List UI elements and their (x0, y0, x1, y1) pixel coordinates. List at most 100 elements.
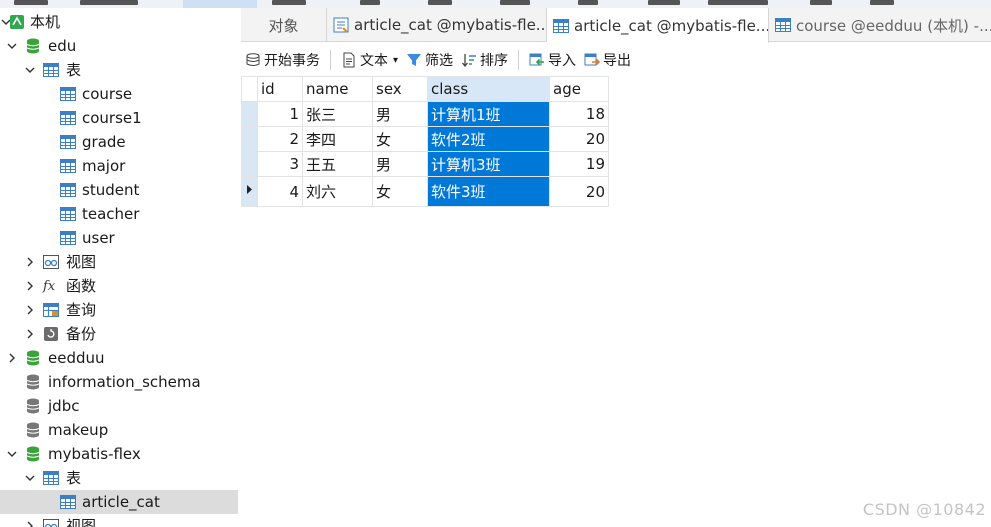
cell-class[interactable]: 软件2班 (427, 126, 550, 152)
row-marker[interactable] (241, 126, 258, 152)
tree-db-edu[interactable]: edu (0, 34, 238, 58)
table-icon (59, 85, 77, 103)
navigation-tree: 本机 edu 表 course course1 grade major stud… (0, 8, 238, 527)
cell-age[interactable]: 20 (549, 176, 609, 207)
cell-id[interactable]: 4 (257, 176, 303, 207)
tree-table-major[interactable]: major (0, 154, 238, 178)
cell-id[interactable]: 2 (257, 126, 303, 152)
dropdown-arrow-icon[interactable]: ▾ (393, 55, 398, 66)
grid-header-row: id name sex class age (241, 76, 609, 102)
cell-class[interactable]: 计算机1班 (427, 101, 550, 127)
tree-table-user[interactable]: user (0, 226, 238, 250)
tree-db-eedduu[interactable]: eedduu (0, 346, 238, 370)
tree-folder-views[interactable]: 视图 (0, 250, 238, 274)
row-marker-header (241, 76, 258, 102)
tree-db-makeup[interactable]: makeup (0, 418, 238, 442)
cell-age[interactable]: 18 (549, 101, 609, 127)
chevron-down-icon[interactable] (24, 472, 36, 484)
cell-name[interactable]: 王五 (302, 151, 373, 177)
tree-db-jdbc[interactable]: jdbc (0, 394, 238, 418)
tree-folder-views[interactable]: 视图 (0, 514, 238, 527)
data-grid: id name sex class age 1 张三 男 计算机1班 18 2 … (241, 76, 609, 207)
cell-name[interactable]: 张三 (302, 101, 373, 127)
table-label: article_cat (82, 493, 160, 511)
cell-age[interactable]: 19 (549, 151, 609, 177)
column-header-name[interactable]: name (302, 76, 373, 102)
cell-name[interactable]: 李四 (302, 126, 373, 152)
chevron-right-icon[interactable] (24, 280, 36, 292)
tree-folder-queries[interactable]: 查询 (0, 298, 238, 322)
current-row-arrow-icon (247, 185, 252, 194)
row-marker[interactable] (241, 176, 258, 207)
cell-id[interactable]: 1 (257, 101, 303, 127)
chevron-right-icon[interactable] (24, 328, 36, 340)
tree-folder-functions[interactable]: fx 函数 (0, 274, 238, 298)
button-label: 筛选 (425, 53, 454, 69)
sort-button[interactable]: 排序 (457, 47, 512, 73)
column-header-sex[interactable]: sex (372, 76, 428, 102)
filter-icon (407, 54, 422, 66)
tree-folder-tables[interactable]: 表 (0, 466, 238, 490)
cell-sex[interactable]: 女 (372, 126, 428, 152)
tree-table-course1[interactable]: course1 (0, 106, 238, 130)
tree-folder-backups[interactable]: 备份 (0, 322, 238, 346)
tree-table-student[interactable]: student (0, 178, 238, 202)
folder-label: 查询 (66, 301, 97, 319)
table-label: user (82, 229, 115, 247)
column-header-class[interactable]: class (427, 76, 550, 102)
filter-button[interactable]: 筛选 (402, 47, 457, 73)
text-view-button[interactable]: 文本 ▾ (337, 47, 402, 73)
cell-id[interactable]: 3 (257, 151, 303, 177)
chevron-right-icon[interactable] (24, 256, 36, 268)
table-label: grade (82, 133, 126, 151)
tab-query-article-cat[interactable]: article_cat @mybatis-fle... (327, 8, 547, 42)
table-row[interactable]: 2 李四 女 软件2班 20 (241, 126, 609, 152)
table-label: course (82, 85, 133, 103)
tree-db-information-schema[interactable]: information_schema (0, 370, 238, 394)
table-folder-icon (42, 61, 60, 79)
database-icon (24, 37, 42, 55)
table-row[interactable]: 3 王五 男 计算机3班 19 (241, 151, 609, 177)
cell-sex[interactable]: 男 (372, 101, 428, 127)
backup-icon (42, 325, 60, 343)
table-icon (553, 18, 569, 33)
tree-db-mybatis-flex[interactable]: mybatis-flex (0, 442, 238, 466)
tree-table-grade[interactable]: grade (0, 130, 238, 154)
column-header-id[interactable]: id (257, 76, 303, 102)
chevron-down-icon[interactable] (6, 448, 18, 460)
connection-label: 本机 (30, 13, 61, 31)
folder-label: 表 (66, 469, 82, 487)
chevron-down-icon[interactable] (24, 64, 36, 76)
import-button[interactable]: 导入 (525, 47, 580, 73)
chevron-right-icon[interactable] (24, 520, 36, 527)
begin-transaction-button[interactable]: 开始事务 (241, 47, 324, 73)
action-toolbar: 开始事务 文本 ▾ 筛选 排序 导入 导出 (241, 44, 991, 76)
cell-sex[interactable]: 男 (372, 151, 428, 177)
tab-table-article-cat[interactable]: article_cat @mybatis-fle... (547, 8, 769, 43)
sort-icon (462, 54, 477, 68)
row-marker[interactable] (241, 151, 258, 177)
cell-age[interactable]: 20 (549, 126, 609, 152)
table-label: major (82, 157, 126, 175)
column-header-age[interactable]: age (549, 76, 609, 102)
row-marker[interactable] (241, 101, 258, 127)
cell-sex[interactable]: 女 (372, 176, 428, 207)
cell-class[interactable]: 软件3班 (427, 176, 550, 207)
tree-folder-tables[interactable]: 表 (0, 58, 238, 82)
tree-table-teacher[interactable]: teacher (0, 202, 238, 226)
export-button[interactable]: 导出 (580, 47, 635, 73)
transaction-icon (246, 53, 260, 66)
chevron-down-icon[interactable] (6, 40, 18, 52)
tree-connection-local[interactable]: 本机 (0, 10, 238, 34)
folder-label: 表 (66, 61, 82, 79)
cell-name[interactable]: 刘六 (302, 176, 373, 207)
chevron-right-icon[interactable] (6, 352, 18, 364)
table-row[interactable]: 4 刘六 女 软件3班 20 (241, 176, 609, 207)
tree-table-course[interactable]: course (0, 82, 238, 106)
table-row[interactable]: 1 张三 男 计算机1班 18 (241, 101, 609, 127)
chevron-right-icon[interactable] (24, 304, 36, 316)
tree-table-article-cat[interactable]: article_cat (0, 490, 238, 514)
tab-table-course[interactable]: course @eedduu (本机) -... (769, 8, 991, 42)
tab-objects[interactable]: 对象 (241, 8, 327, 42)
cell-class[interactable]: 计算机3班 (427, 151, 550, 177)
